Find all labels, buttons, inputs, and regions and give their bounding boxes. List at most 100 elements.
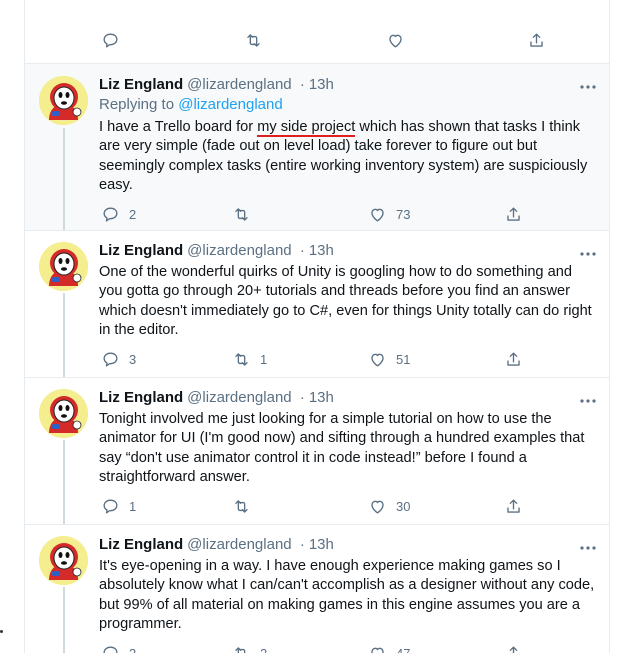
like-count: 30 bbox=[396, 498, 411, 514]
avatar[interactable] bbox=[39, 242, 88, 291]
share-upload-icon bbox=[530, 32, 543, 47]
retweet-count: 1 bbox=[260, 351, 268, 367]
more-button[interactable] bbox=[579, 540, 597, 550]
timestamp[interactable]: 13h bbox=[309, 389, 334, 406]
share-button[interactable] bbox=[504, 641, 523, 653]
like-button[interactable]: 73 bbox=[368, 202, 410, 226]
retweet-button[interactable]: 2 bbox=[232, 641, 267, 653]
author-handle[interactable]: @lizardengland bbox=[187, 76, 291, 93]
speech-bubble-icon bbox=[103, 498, 118, 514]
avatar[interactable] bbox=[39, 76, 88, 125]
author-name[interactable]: Liz England bbox=[99, 389, 183, 406]
like-button[interactable]: 51 bbox=[368, 347, 410, 371]
share-button[interactable] bbox=[527, 28, 546, 52]
more-button[interactable] bbox=[579, 79, 597, 89]
retweet-button[interactable] bbox=[244, 28, 263, 52]
heart-icon bbox=[371, 500, 384, 514]
reply-button[interactable]: 2 bbox=[101, 202, 136, 226]
retweet-arrows-icon bbox=[235, 499, 248, 513]
more-dots-icon bbox=[580, 399, 596, 403]
reply-count: 2 bbox=[129, 645, 137, 653]
tweet-header: Liz England @lizardengland · 13h bbox=[99, 241, 334, 261]
tweet-text: One of the wonderful quirks of Unity is … bbox=[99, 264, 592, 338]
tweet[interactable]: Liz England @lizardengland · 13h One of th… bbox=[25, 231, 609, 378]
reply-button[interactable] bbox=[101, 28, 120, 52]
timestamp[interactable]: 13h bbox=[309, 536, 334, 553]
replying-to: Replying to @lizardengland bbox=[99, 95, 283, 115]
author-name[interactable]: Liz England bbox=[99, 536, 183, 553]
author-handle[interactable]: @lizardengland bbox=[187, 389, 291, 406]
reply-count: 3 bbox=[129, 351, 137, 367]
reply-button[interactable]: 1 bbox=[101, 494, 136, 518]
tweet-text: I have a Trello board for my side projec… bbox=[99, 118, 599, 195]
replying-to-mention[interactable]: @lizardengland bbox=[178, 96, 282, 113]
speech-bubble-icon bbox=[103, 645, 118, 653]
author-name[interactable]: Liz England bbox=[99, 242, 183, 259]
tweet-header: Liz England @lizardengland · 13h bbox=[99, 535, 334, 555]
reply-button[interactable]: 3 bbox=[101, 347, 136, 371]
replying-prefix: Replying to bbox=[99, 96, 179, 113]
author-name[interactable]: Liz England bbox=[99, 76, 183, 93]
retweet-count: 2 bbox=[260, 645, 268, 653]
tweet[interactable]: Liz England @lizardengland · 13h It's eye-… bbox=[25, 525, 609, 653]
tweet-header: Liz England @lizardengland · 13h bbox=[99, 75, 334, 95]
reply-count: 2 bbox=[129, 206, 137, 222]
heart-icon bbox=[371, 353, 384, 367]
tweet-actions: 3 1 51 bbox=[25, 347, 609, 371]
underlined-phrase: my side project bbox=[257, 119, 356, 137]
separator-dot: · bbox=[299, 76, 305, 93]
separator-dot: · bbox=[299, 389, 305, 406]
tweet-actions: 2 73 bbox=[25, 202, 609, 226]
retweet-button[interactable] bbox=[232, 202, 260, 226]
more-dots-icon bbox=[580, 85, 596, 89]
share-button[interactable] bbox=[504, 202, 523, 226]
shy-guy-avatar-icon bbox=[39, 536, 88, 585]
shy-guy-avatar-icon bbox=[39, 76, 88, 125]
shy-guy-avatar-icon bbox=[39, 389, 88, 438]
retweet-arrows-icon bbox=[235, 207, 248, 221]
more-dots-icon bbox=[580, 252, 596, 256]
reply-count: 1 bbox=[129, 498, 137, 514]
avatar[interactable] bbox=[39, 389, 88, 438]
avatar[interactable] bbox=[39, 536, 88, 585]
more-button[interactable] bbox=[579, 393, 597, 403]
reply-button[interactable]: 2 bbox=[101, 641, 136, 653]
more-button[interactable] bbox=[579, 246, 597, 256]
tweet-text: It's eye-opening in a way. I have enough… bbox=[99, 558, 595, 632]
tweet-text: Tonight involved me just looking for a s… bbox=[99, 411, 585, 485]
like-button[interactable]: 30 bbox=[368, 494, 410, 518]
like-count: 73 bbox=[396, 206, 411, 222]
retweet-arrows-icon bbox=[247, 33, 260, 47]
author-handle[interactable]: @lizardengland bbox=[187, 536, 291, 553]
tweet-text-part: I have a Trello board for bbox=[99, 119, 258, 135]
timestamp[interactable]: 13h bbox=[309, 242, 334, 259]
speech-bubble-icon bbox=[103, 32, 118, 48]
author-handle[interactable]: @lizardengland bbox=[187, 242, 291, 259]
like-button[interactable]: 47 bbox=[368, 641, 410, 653]
timestamp[interactable]: 13h bbox=[309, 76, 334, 93]
like-button[interactable] bbox=[386, 28, 405, 52]
tweet[interactable]: Liz England @lizardengland · 13h Replying … bbox=[25, 64, 609, 231]
speech-bubble-icon bbox=[103, 206, 118, 222]
speech-bubble-icon bbox=[103, 351, 118, 367]
share-button[interactable] bbox=[504, 494, 523, 518]
edge-artifact bbox=[0, 630, 3, 633]
heart-icon bbox=[371, 647, 384, 653]
shy-guy-avatar-icon bbox=[39, 242, 88, 291]
tweet-header: Liz England @lizardengland · 13h bbox=[99, 388, 334, 408]
retweet-button[interactable]: 1 bbox=[232, 347, 267, 371]
like-count: 51 bbox=[396, 351, 411, 367]
retweet-button[interactable] bbox=[232, 494, 260, 518]
share-button[interactable] bbox=[504, 347, 523, 371]
tweet[interactable]: Liz England @lizardengland · 13h Tonight i… bbox=[25, 378, 609, 525]
retweet-arrows-icon bbox=[235, 646, 246, 653]
heart-icon bbox=[371, 208, 384, 222]
retweet-arrows-icon bbox=[235, 352, 248, 366]
timeline-column: Liz England @lizardengland · 13h Replying … bbox=[24, 0, 610, 653]
share-upload-icon bbox=[507, 351, 520, 366]
more-dots-icon bbox=[580, 546, 596, 550]
share-upload-icon bbox=[509, 645, 518, 653]
heart-icon bbox=[389, 34, 402, 48]
separator-dot: · bbox=[299, 242, 305, 259]
tweet-actions: 2 2 47 bbox=[25, 641, 609, 653]
